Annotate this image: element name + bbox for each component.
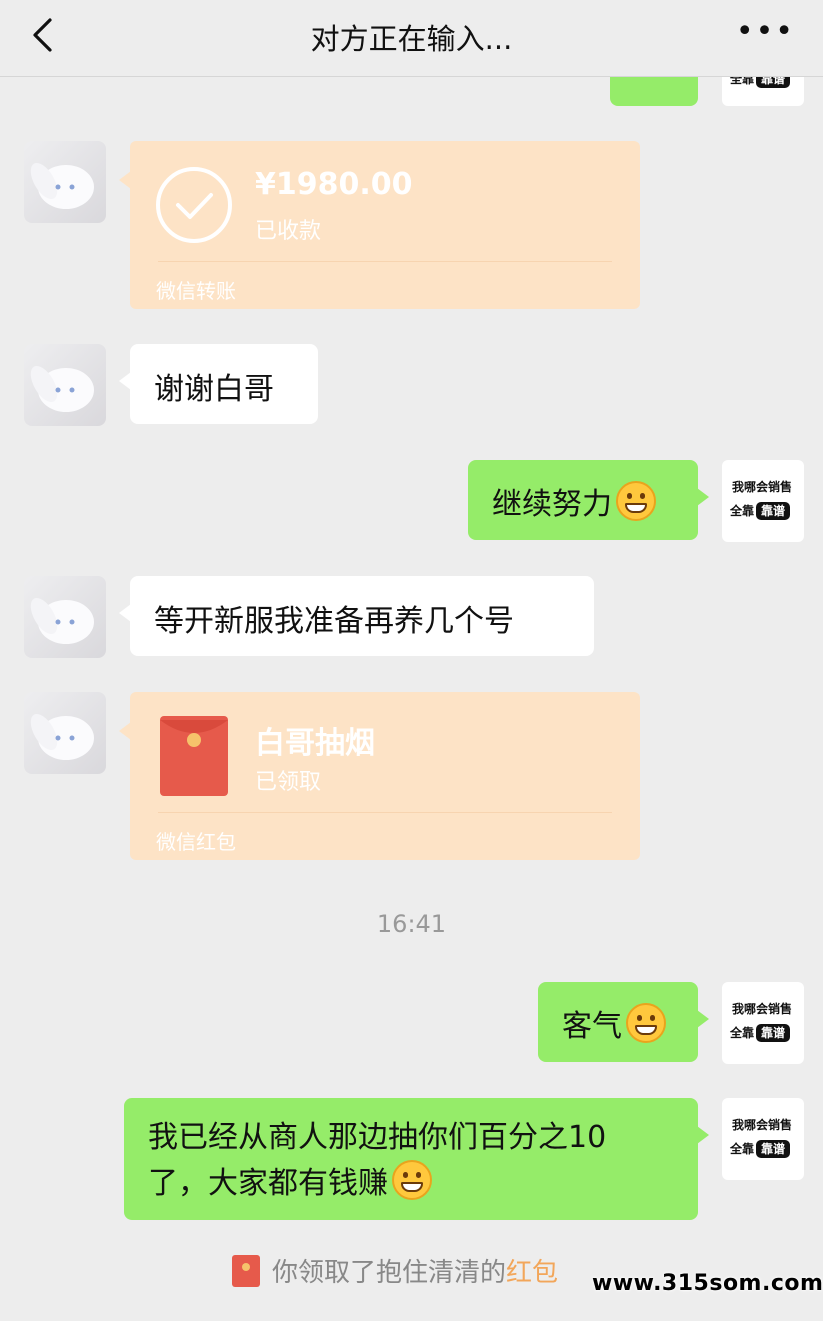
message-text: 继续努力	[492, 487, 612, 522]
more-dots-icon[interactable]: •••	[736, 14, 795, 49]
message-text: 客气	[562, 1009, 622, 1044]
contact-avatar[interactable]	[24, 344, 106, 426]
chat-title: 对方正在输入...	[310, 22, 513, 56]
avatar-sticker-text: 我哪会销售	[732, 1002, 793, 1016]
chat-header: 对方正在输入... •••	[0, 0, 823, 77]
message-text-line1: 我已经从商人那边抽你们百分之10	[148, 1120, 607, 1155]
contact-avatar[interactable]	[24, 576, 106, 658]
checkmark-circle-icon	[156, 167, 232, 243]
red-packet-link[interactable]: 红包	[506, 1258, 558, 1288]
self-avatar[interactable]: 我哪会销售 全靠靠谱	[722, 982, 804, 1064]
system-notice: 你领取了抱住清清的红包	[232, 1252, 558, 1289]
bunny-plush-icon	[30, 713, 94, 760]
transfer-footer: 微信转账	[156, 279, 236, 303]
transfer-status: 已收款	[255, 219, 322, 244]
contact-avatar[interactable]	[24, 141, 106, 223]
system-notice-text: 你领取了抱住清清的	[272, 1258, 507, 1288]
card-divider	[158, 812, 612, 813]
message-bubble[interactable]: 谢谢白哥	[119, 344, 318, 424]
grin-emoji-icon	[616, 481, 656, 521]
self-avatar[interactable]: 我哪会销售 全靠靠谱	[722, 1098, 804, 1180]
red-envelope-icon	[232, 1255, 260, 1287]
contact-avatar[interactable]	[24, 692, 106, 774]
self-avatar[interactable]: 我哪会销售 全靠靠谱	[722, 460, 804, 542]
message-text: 谢谢白哥	[154, 372, 274, 407]
bunny-plush-icon	[30, 162, 94, 209]
time-divider: 16:41	[376, 910, 447, 938]
grin-emoji-icon	[392, 1160, 432, 1200]
bunny-plush-icon	[30, 365, 94, 412]
avatar-sticker-text: 我哪会销售	[732, 1118, 793, 1132]
message-bubble[interactable]: 等开新服我准备再养几个号	[119, 576, 594, 656]
red-packet-card[interactable]: 白哥抽烟 已领取 微信红包	[119, 692, 640, 860]
laughing-tears-emoji-icon	[626, 1003, 666, 1043]
red-packet-title: 白哥抽烟	[255, 726, 375, 761]
message-bubble[interactable]: 继续努力	[468, 460, 709, 540]
red-packet-status: 已领取	[255, 770, 322, 795]
watermark: www.315som.com	[592, 1271, 823, 1296]
message-text: 等开新服我准备再养几个号	[154, 604, 514, 639]
message-text-line2: 了，大家都有钱赚	[148, 1166, 388, 1201]
avatar-sticker-line2: 全靠 靠谱	[730, 1024, 791, 1042]
message-bubble[interactable]: 客气	[538, 982, 709, 1062]
avatar-sticker-text: 我哪会销售	[732, 480, 793, 494]
bunny-plush-icon	[30, 597, 94, 644]
message-bubble[interactable]: 我已经从商人那边抽你们百分之10 了，大家都有钱赚	[124, 1098, 709, 1220]
transfer-card[interactable]: ¥1980.00 已收款 微信转账	[119, 141, 640, 309]
red-packet-footer: 微信红包	[156, 830, 236, 854]
red-envelope-icon	[160, 716, 228, 796]
transfer-amount: ¥1980.00	[255, 167, 413, 202]
avatar-sticker-line2: 全靠 靠谱	[730, 502, 791, 520]
avatar-sticker-line2: 全靠 靠谱	[730, 1140, 791, 1158]
card-divider	[158, 261, 612, 262]
